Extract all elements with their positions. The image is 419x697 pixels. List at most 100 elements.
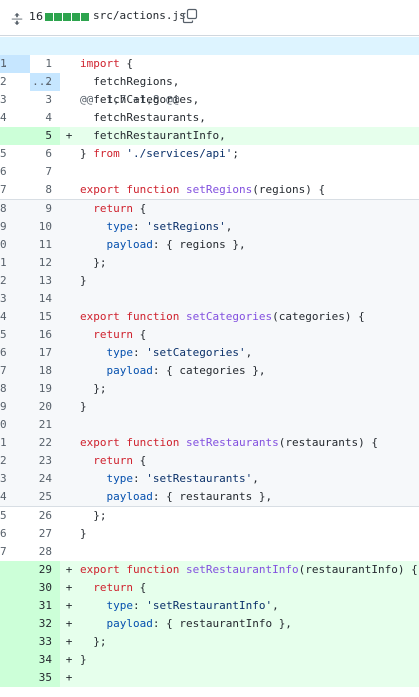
new-line-number[interactable]: 17 [30,344,60,362]
old-line-number[interactable] [0,561,30,579]
old-line-number[interactable] [0,127,30,145]
new-line-number[interactable]: 14 [30,290,60,308]
old-line-number[interactable]: 6 [0,344,30,362]
diff-row-context: 1 1 import { [0,55,419,73]
new-line-number[interactable]: 33 [30,633,60,651]
diff-row-context: 7 28 [0,543,419,561]
diff-marker [62,416,76,434]
code-line: }; [80,254,419,272]
old-line-number[interactable]: 5 [0,326,30,344]
new-line-number[interactable]: 21 [30,416,60,434]
old-line-number[interactable]: 3 [0,290,30,308]
new-line-number[interactable]: 24 [30,470,60,488]
new-line-number[interactable]: 4 [30,109,60,127]
old-line-number[interactable]: 5 [0,145,30,163]
code-text: fetchRestaurants, [80,111,206,124]
old-line-number[interactable]: 6 [0,163,30,181]
old-line-number[interactable] [0,651,30,669]
new-line-number[interactable]: 34 [30,651,60,669]
unfold-icon[interactable] [10,11,24,26]
new-line-number[interactable]: 6 [30,145,60,163]
old-line-number[interactable]: 3 [0,91,30,109]
new-line-number[interactable]: 29 [30,561,60,579]
new-line-number[interactable]: 7 [30,163,60,181]
old-line-number[interactable]: 0 [0,416,30,434]
old-line-number[interactable]: 6 [0,525,30,543]
old-line-number[interactable] [0,615,30,633]
code-text: { [119,57,133,70]
new-line-number[interactable]: 28 [30,543,60,561]
old-line-number[interactable]: 2 [0,272,30,290]
new-line-number[interactable]: 32 [30,615,60,633]
code-line: export function setCategories(categories… [80,308,419,326]
new-line-number[interactable]: 35 [30,669,60,687]
new-line-number[interactable]: 8 [30,181,60,199]
old-line-number[interactable]: 7 [0,181,30,199]
keyword-token: function [126,563,180,576]
old-line-number[interactable]: 3 [0,470,30,488]
old-line-number[interactable]: 7 [0,362,30,380]
code-text: , [272,599,279,612]
new-line-number[interactable]: 2 [30,73,60,91]
new-line-number[interactable]: 9 [30,200,60,218]
new-line-number[interactable]: 25 [30,488,60,506]
new-line-number[interactable]: 10 [30,218,60,236]
old-line-number[interactable]: 4 [0,109,30,127]
new-line-number[interactable]: 3 [30,91,60,109]
new-line-number[interactable]: 5 [30,127,60,145]
new-line-number[interactable]: 27 [30,525,60,543]
new-line-number[interactable]: 22 [30,434,60,452]
old-line-number[interactable]: 4 [0,488,30,506]
new-line-number[interactable]: 11 [30,236,60,254]
old-line-number[interactable] [0,597,30,615]
old-line-number[interactable] [0,579,30,597]
old-line-number[interactable] [0,633,30,651]
code-text: } [80,653,87,666]
diff-row-context: 2 13} [0,272,419,290]
diff-marker [62,543,76,561]
old-line-number[interactable]: 1 [0,254,30,272]
old-line-number[interactable]: 1 [0,434,30,452]
new-line-number[interactable]: 16 [30,326,60,344]
diff-row-context: 89 return { [0,199,419,218]
keyword-token: return [93,454,133,467]
old-line-number[interactable]: 2 [0,73,30,91]
new-line-number[interactable]: 19 [30,380,60,398]
new-line-number[interactable]: 13 [30,272,60,290]
old-line-number[interactable]: 5 [0,507,30,525]
old-line-number[interactable]: 0 [0,236,30,254]
new-line-number[interactable]: 26 [30,507,60,525]
new-line-number[interactable]: 31 [30,597,60,615]
new-line-number[interactable]: 12 [30,254,60,272]
old-line-number[interactable]: 4 [0,308,30,326]
file-name-link[interactable]: src/actions.js [93,9,186,22]
code-line: return { [80,326,419,344]
hunk-header-row: . ... @@ -1,7 +1,8 @@ [0,37,419,106]
old-line-number[interactable]: 9 [0,398,30,416]
new-line-number[interactable]: 30 [30,579,60,597]
diff-marker: + [65,599,73,612]
new-line-number[interactable]: 18 [30,362,60,380]
old-line-number[interactable] [0,669,30,687]
old-line-number[interactable]: 1 [0,55,30,73]
new-line-number[interactable]: 15 [30,308,60,326]
diff-row-context: 7 18 payload: { categories }, [0,362,419,380]
new-line-number[interactable]: 20 [30,398,60,416]
code-text: { [133,328,147,341]
diff-row-context: 2 23 return { [0,452,419,470]
diff-row-context: 0 21 [0,416,419,434]
code-line: return { [80,200,419,218]
new-line-number[interactable]: 1 [30,55,60,73]
old-line-number[interactable]: 2 [0,452,30,470]
new-line-number[interactable]: 23 [30,452,60,470]
copy-icon[interactable] [182,8,198,24]
old-line-number[interactable]: 7 [0,543,30,561]
property-token: type [106,599,134,612]
code-line: }; [80,380,419,398]
code-line: type: 'setRegions', [80,218,419,236]
old-line-number[interactable]: 8 [0,380,30,398]
old-line-number[interactable]: 9 [0,218,30,236]
old-line-number[interactable]: 8 [0,200,30,218]
